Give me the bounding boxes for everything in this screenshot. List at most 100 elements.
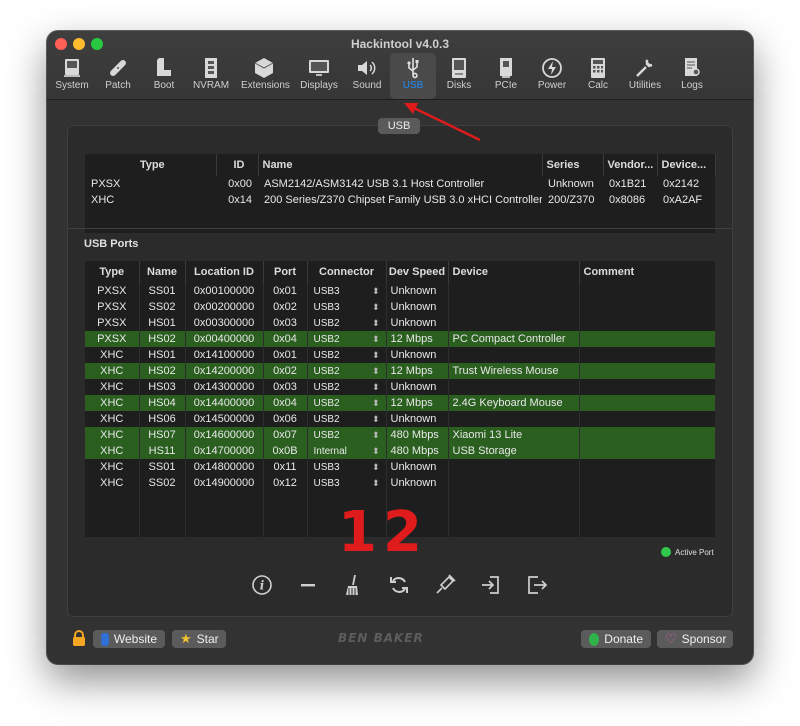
tab-label: Disks (446, 80, 472, 91)
table-row[interactable]: PXSX 0x00 ASM2142/ASM3142 USB 3.1 Host C… (85, 176, 715, 192)
table-row[interactable]: PXSX HS01 0x00300000 0x03 USB2 ⬍ Unknown (85, 315, 715, 331)
sponsor-button[interactable]: ♡ Sponsor (657, 630, 733, 648)
column-header[interactable]: Vendor... (603, 154, 658, 176)
tab-displays[interactable]: Displays (296, 53, 342, 99)
connector-select[interactable]: USB3 ⬍ (307, 283, 387, 299)
cell: 0x14500000 (185, 411, 264, 427)
tab-patch[interactable]: Patch (95, 53, 141, 99)
cell: Unknown (386, 475, 449, 491)
cell: Unknown (386, 299, 449, 315)
cell: SS02 (139, 475, 186, 491)
footer-bar: Website ★ Star BEN BAKER Donate ♡ Sponso… (47, 627, 753, 651)
cell: 0x03 (263, 315, 308, 331)
chevron-updown-icon: ⬍ (371, 285, 380, 296)
info-icon: i (252, 575, 272, 595)
table-row[interactable]: PXSX SS02 0x00200000 0x02 USB3 ⬍ Unknown (85, 299, 715, 315)
cell: 0x00100000 (185, 283, 264, 299)
donate-button[interactable]: Donate (581, 630, 651, 648)
connector-select[interactable]: USB3 ⬍ (307, 459, 387, 475)
usb-ports-label: USB Ports (84, 238, 139, 250)
cell: 0x14600000 (185, 427, 264, 443)
connector-select[interactable]: USB3 ⬍ (307, 475, 387, 491)
column-header[interactable]: Dev Speed (386, 261, 449, 283)
tab-calc[interactable]: Calc (575, 53, 621, 99)
info-button[interactable]: i (249, 572, 275, 598)
connector-select[interactable]: USB2 ⬍ (307, 331, 387, 347)
connector-select[interactable]: USB2 ⬍ (307, 411, 387, 427)
column-header[interactable]: Comment (579, 261, 715, 283)
cell: HS01 (139, 315, 186, 331)
connector-select[interactable]: USB2 ⬍ (307, 363, 387, 379)
tab-power[interactable]: Power (529, 53, 575, 99)
inject-button[interactable] (432, 572, 458, 598)
utilities-icon (622, 53, 668, 81)
cell: PXSX (91, 178, 121, 190)
cell: 0x14 (228, 194, 252, 206)
connector-select[interactable]: USB2 ⬍ (307, 395, 387, 411)
column-header[interactable]: Type (85, 261, 140, 283)
empty-cell (448, 507, 580, 523)
clear-button[interactable] (340, 572, 366, 598)
column-header[interactable]: Device... (657, 154, 716, 176)
tab-usb[interactable]: USB (390, 53, 436, 99)
cell: XHC (91, 194, 115, 206)
tab-label: Calc (587, 80, 608, 91)
remove-button[interactable] (295, 572, 321, 598)
cell: 0x14800000 (185, 459, 264, 475)
table-row[interactable]: XHC HS11 0x14700000 0x0B Internal ⬍ 480 Mbps US… (85, 443, 715, 459)
column-header[interactable]: ID (216, 154, 259, 176)
tab-sound[interactable]: Sound (344, 53, 390, 99)
connector-select[interactable]: Internal ⬍ (307, 443, 387, 459)
lock-icon[interactable] (72, 630, 86, 647)
column-header[interactable]: Name (258, 154, 543, 176)
column-header[interactable]: Location ID (185, 261, 264, 283)
tab-boot[interactable]: Boot (141, 53, 187, 99)
cell: 12 Mbps (386, 363, 449, 379)
tab-system[interactable]: System (49, 53, 95, 99)
star-button[interactable]: ★ Star (172, 630, 226, 648)
column-header[interactable]: Device (448, 261, 580, 283)
column-header[interactable]: Type (85, 154, 217, 176)
title-bar: Hackintool v4.0.3 System Patch Boot NVRA… (47, 31, 753, 100)
table-row[interactable]: XHC HS03 0x14300000 0x03 USB2 ⬍ Unknown (85, 379, 715, 395)
connector-select[interactable]: USB2 ⬍ (307, 427, 387, 443)
column-header[interactable]: Series (542, 154, 604, 176)
usb-ports-table[interactable]: Type Name Location ID Port Connector Dev… (85, 261, 715, 537)
refresh-button[interactable] (386, 572, 412, 598)
table-row[interactable]: XHC HS02 0x14200000 0x02 USB2 ⬍ 12 Mbps Trust W… (85, 363, 715, 379)
cell (579, 347, 715, 363)
tab-extensions[interactable]: Extensions (241, 53, 290, 99)
import-button[interactable] (478, 572, 504, 598)
table-row[interactable]: XHC HS07 0x14600000 0x07 USB2 ⬍ 480 Mbps Xiaomi… (85, 427, 715, 443)
connector-select[interactable]: USB2 ⬍ (307, 347, 387, 363)
connector-select[interactable]: USB2 ⬍ (307, 315, 387, 331)
connector-select[interactable]: USB2 ⬍ (307, 379, 387, 395)
tab-label: System (55, 80, 89, 91)
table-row[interactable]: XHC HS06 0x14500000 0x06 USB2 ⬍ Unknown (85, 411, 715, 427)
export-button[interactable] (524, 572, 550, 598)
dollar-icon (589, 632, 600, 646)
column-header[interactable]: Connector (307, 261, 387, 283)
cell: XHC (85, 347, 140, 363)
nvram-icon (188, 53, 234, 81)
connector-select[interactable]: USB3 ⬍ (307, 299, 387, 315)
tab-disks[interactable]: Disks (436, 53, 482, 99)
tab-logs[interactable]: Logs (669, 53, 715, 99)
controllers-table[interactable]: Type ID Name Series Vendor... Device... … (85, 154, 716, 233)
table-row[interactable]: XHC 0x14 200 Series/Z370 Chipset Family … (85, 192, 715, 208)
tab-pcie[interactable]: PCIe (483, 53, 529, 99)
sponsor-label: Sponsor (681, 632, 727, 646)
tab-nvram[interactable]: NVRAM (188, 53, 234, 99)
tab-utilities[interactable]: Utilities (622, 53, 668, 99)
table-row[interactable]: XHC HS01 0x14100000 0x01 USB2 ⬍ Unknown (85, 347, 715, 363)
table-row[interactable]: XHC SS01 0x14800000 0x11 USB3 ⬍ Unknown (85, 459, 715, 475)
table-row[interactable]: XHC SS02 0x14900000 0x12 USB3 ⬍ Unknown (85, 475, 715, 491)
website-button[interactable]: Website (93, 630, 165, 648)
table-row[interactable]: PXSX SS01 0x00100000 0x01 USB3 ⬍ Unknown (85, 283, 715, 299)
column-header[interactable]: Port (263, 261, 308, 283)
column-header[interactable]: Name (139, 261, 186, 283)
cell: Unknown (386, 315, 449, 331)
connector-value: USB2 (313, 349, 340, 361)
table-row[interactable]: XHC HS04 0x14400000 0x04 USB2 ⬍ 12 Mbps 2.4G Ke… (85, 395, 715, 411)
table-row[interactable]: PXSX HS02 0x00400000 0x04 USB2 ⬍ 12 Mbps PC Com… (85, 331, 715, 347)
